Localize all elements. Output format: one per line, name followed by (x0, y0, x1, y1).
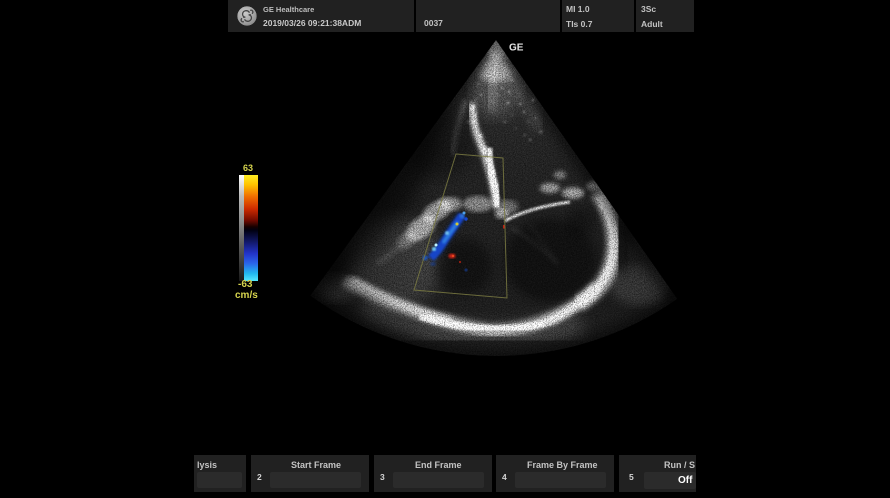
svg-text:GE: GE (509, 43, 524, 54)
